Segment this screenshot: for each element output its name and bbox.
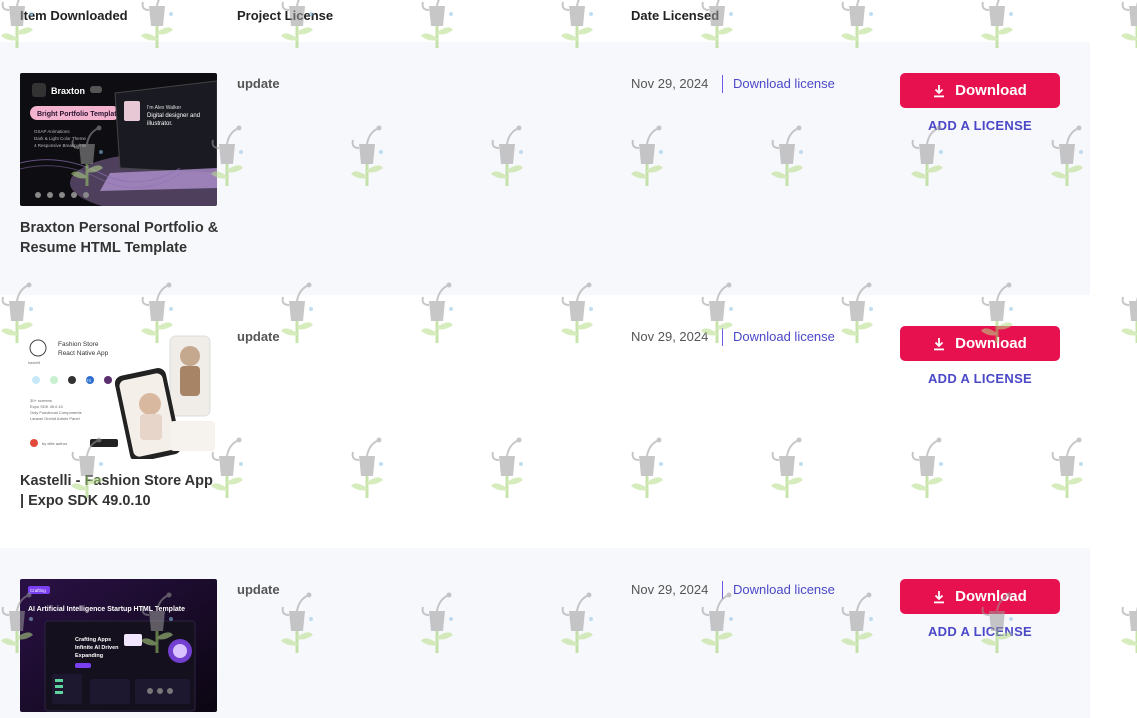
project-license: update (237, 76, 280, 91)
thumb-headline: AI Artificial Intelligence Startup HTML … (28, 606, 185, 613)
thumb-badge: TS (86, 378, 91, 383)
table-header: Item Downloaded Project License Date Lic… (0, 0, 1090, 42)
thumb-brand: Braxton (51, 86, 85, 96)
download-button-label: Download (955, 335, 1027, 352)
download-icon (933, 337, 945, 351)
table-row: Crafting AI Artificial Intelligence Star… (0, 548, 1090, 718)
download-button[interactable]: Download (900, 326, 1060, 361)
header-project-license: Project License (237, 8, 334, 23)
thumb-hero: Crafting Apps (75, 637, 111, 643)
add-a-license-link[interactable]: ADD A LICENSE (900, 118, 1060, 133)
header-date-licensed: Date Licensed (631, 8, 720, 23)
watering-can-sprout-icon (1115, 275, 1137, 350)
download-license-link[interactable]: Download license (733, 582, 835, 597)
download-license-link[interactable]: Download license (733, 76, 835, 91)
thumb-bullet: Dark & Light Color Theme (34, 136, 86, 141)
date-licensed: Nov 29, 2024 (631, 329, 709, 344)
thumb-headline: I'm Alex Walker (147, 105, 181, 111)
add-a-license-link[interactable]: ADD A LICENSE (900, 371, 1060, 386)
thumb-bullet: 30+ screens (30, 398, 52, 403)
watering-can-sprout-icon (1115, 0, 1137, 55)
download-icon (933, 84, 945, 98)
table-row: Fashion Store React Native App kastelli … (0, 295, 1090, 548)
thumb-bullet: 4 Responsive Breakpoints (34, 143, 87, 148)
thumb-brand: kastelli (28, 360, 40, 365)
item-thumbnail-ai-startup[interactable]: Crafting AI Artificial Intelligence Star… (20, 579, 217, 712)
thumb-bullet: Expo SDK 49.0.10 (30, 404, 64, 409)
thumb-headline: Digital designer and (147, 113, 200, 119)
thumb-line: React Native App (58, 350, 109, 357)
item-title[interactable]: Braxton Personal Portfolio & Resume HTML… (20, 218, 220, 258)
thumb-hero: Expanding (75, 653, 103, 659)
thumb-author: by elite author (42, 441, 68, 446)
project-license: update (237, 582, 280, 597)
thumb-bullet: Laravel Orchid Admin Panel (30, 416, 80, 421)
header-item-downloaded: Item Downloaded (20, 8, 128, 23)
download-button[interactable]: Download (900, 579, 1060, 614)
divider (722, 581, 723, 599)
thumb-hero: Infinite AI Driven (75, 645, 119, 651)
project-license: update (237, 329, 280, 344)
download-button-label: Download (955, 82, 1027, 99)
thumb-bullet: Only Functional Components (30, 410, 82, 415)
download-button-label: Download (955, 588, 1027, 605)
watering-can-sprout-icon (1115, 585, 1137, 660)
date-licensed: Nov 29, 2024 (631, 76, 709, 91)
divider (722, 328, 723, 346)
thumb-headline: illustrator. (147, 121, 173, 127)
add-a-license-link[interactable]: ADD A LICENSE (900, 624, 1060, 639)
download-icon (933, 590, 945, 604)
item-thumbnail-braxton[interactable]: Braxton Bright Portfolio Template GSAP A… (20, 73, 217, 206)
item-title[interactable]: Kastelli - Fashion Store App | Expo SDK … (20, 471, 220, 511)
thumb-tag: Crafting (30, 588, 46, 593)
downloads-page: Item Downloaded Project License Date Lic… (0, 0, 1137, 718)
divider (722, 75, 723, 93)
date-licensed: Nov 29, 2024 (631, 582, 709, 597)
thumb-bullet: GSAP Animations (34, 129, 70, 134)
download-license-link[interactable]: Download license (733, 329, 835, 344)
thumb-tag: Bright Portfolio Template (37, 111, 121, 118)
thumb-line: Fashion Store (58, 341, 99, 348)
item-thumbnail-kastelli[interactable]: Fashion Store React Native App kastelli … (20, 326, 217, 459)
download-button[interactable]: Download (900, 73, 1060, 108)
table-row: Braxton Bright Portfolio Template GSAP A… (0, 42, 1090, 295)
